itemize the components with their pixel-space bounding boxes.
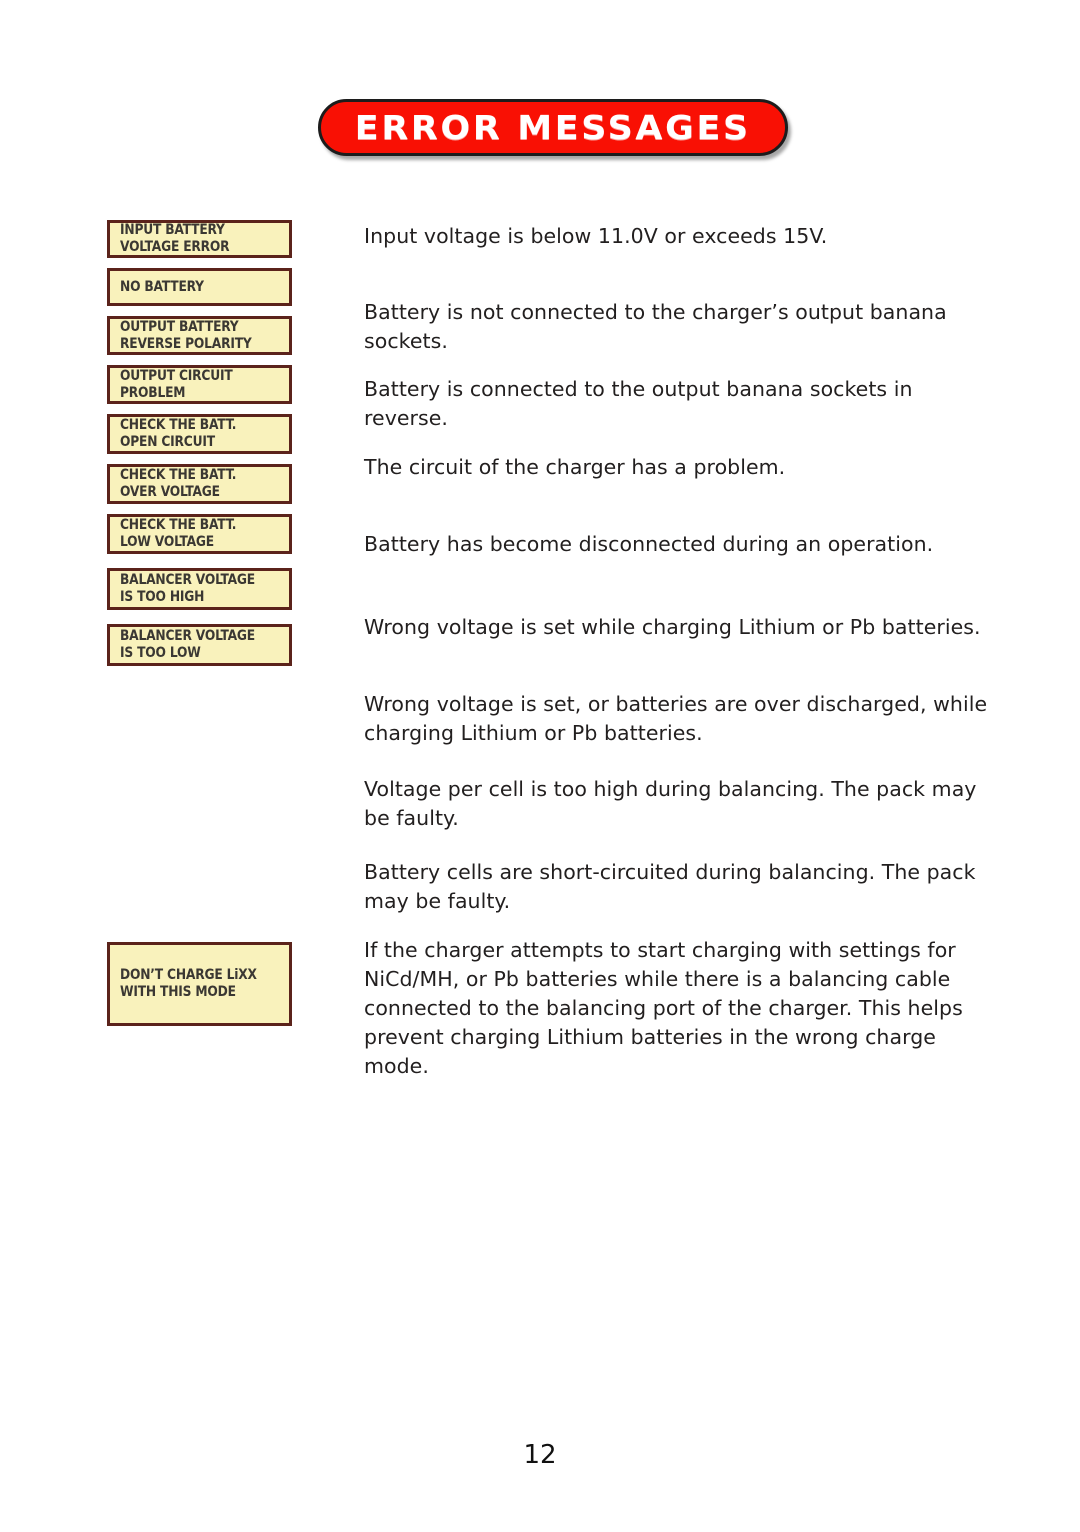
error-code-box: CHECK THE BATT. OPEN CIRCUIT bbox=[107, 414, 292, 454]
error-code-label: OUTPUT BATTERY bbox=[120, 318, 239, 335]
error-code-label: LOW VOLTAGE bbox=[120, 534, 214, 550]
error-description-text: If the charger attempts to start chargin… bbox=[364, 938, 963, 1078]
error-description-text: Wrong voltage is set, or batteries are o… bbox=[364, 692, 988, 745]
page-title: ERROR MESSAGES bbox=[354, 108, 752, 147]
error-code-label: OVER VOLTAGE bbox=[120, 484, 220, 500]
error-code-label: DON’T CHARGE LiXX bbox=[120, 967, 257, 983]
error-code-label: BALANCER VOLTAGE bbox=[120, 572, 255, 588]
error-code-label: CHECK THE BATT. bbox=[120, 417, 237, 433]
error-messages-title-banner: ERROR MESSAGES bbox=[318, 99, 788, 156]
error-description-text: Battery cells are short-circuited during… bbox=[364, 860, 976, 913]
error-description-text: Battery is connected to the output banan… bbox=[364, 377, 913, 430]
error-code-box: OUTPUT BATTERY REVERSE POLARITY bbox=[107, 316, 292, 355]
error-description-text: Wrong voltage is set while charging Lith… bbox=[364, 615, 981, 639]
page-number: 12 bbox=[523, 1440, 557, 1470]
error-code-label: IS TOO HIGH bbox=[120, 589, 205, 605]
error-code-label: INPUT BATTERY bbox=[120, 222, 225, 238]
error-code-label: CHECK THE BATT. bbox=[120, 517, 237, 533]
error-code-label: OUTPUT CIRCUIT bbox=[120, 367, 233, 384]
error-code-box: CHECK THE BATT. OVER VOLTAGE bbox=[107, 464, 292, 504]
error-description-text: Battery has become disconnected during a… bbox=[364, 532, 934, 556]
error-code-box: BALANCER VOLTAGE IS TOO LOW bbox=[107, 624, 292, 666]
error-description-text: The circuit of the charger has a problem… bbox=[364, 455, 786, 479]
error-description-text: Voltage per cell is too high during bala… bbox=[364, 777, 977, 830]
error-code-label: IS TOO LOW bbox=[120, 645, 201, 661]
error-description-text: Battery is not connected to the charger’… bbox=[364, 300, 947, 353]
error-code-box: BALANCER VOLTAGE IS TOO HIGH bbox=[107, 568, 292, 610]
error-code-label: REVERSE POLARITY bbox=[120, 335, 252, 352]
error-code-box: INPUT BATTERY VOLTAGE ERROR bbox=[107, 220, 292, 258]
error-code-label: VOLTAGE ERROR bbox=[120, 239, 230, 255]
error-code-label: WITH THIS MODE bbox=[120, 984, 236, 1000]
error-code-box: CHECK THE BATT. LOW VOLTAGE bbox=[107, 514, 292, 554]
error-code-box: NO BATTERY bbox=[107, 268, 292, 306]
error-code-box: DON’T CHARGE LiXX WITH THIS MODE bbox=[107, 942, 292, 1026]
error-description-text: Input voltage is below 11.0V or exceeds … bbox=[364, 224, 828, 248]
error-code-label: OPEN CIRCUIT bbox=[120, 434, 215, 450]
error-code-label: NO BATTERY bbox=[120, 278, 204, 295]
error-code-label: BALANCER VOLTAGE bbox=[120, 628, 255, 644]
error-code-label: PROBLEM bbox=[120, 384, 186, 401]
error-code-label: CHECK THE BATT. bbox=[120, 467, 237, 483]
error-code-box: OUTPUT CIRCUIT PROBLEM bbox=[107, 365, 292, 404]
